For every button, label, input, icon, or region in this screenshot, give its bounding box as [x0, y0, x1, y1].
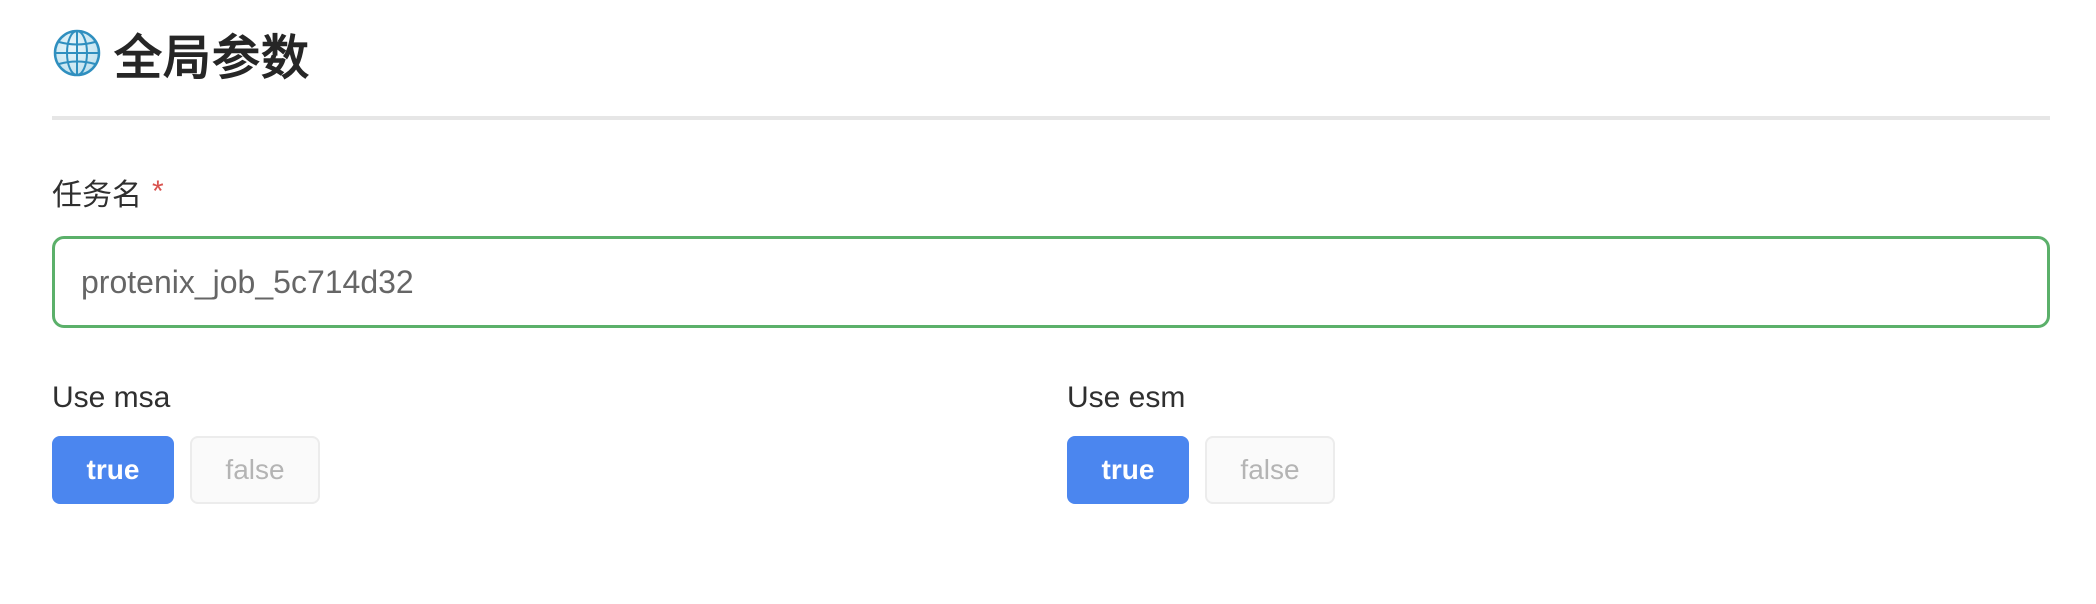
- global-params-panel: 全局参数 任务名 * Use msa true false Use esm tr…: [52, 0, 2050, 508]
- use-msa-true-button[interactable]: true: [52, 436, 174, 504]
- use-esm-toggle: true false: [1067, 436, 1335, 504]
- use-esm-true-button[interactable]: true: [1067, 436, 1189, 504]
- use-msa-group: Use msa true false: [52, 378, 320, 504]
- use-esm-label: Use esm: [1067, 381, 1186, 414]
- required-marker: *: [152, 175, 164, 208]
- use-msa-toggle: true false: [52, 436, 320, 504]
- section-header: 全局参数: [52, 0, 2050, 120]
- section-title: 全局参数: [114, 32, 311, 85]
- use-esm-group: Use esm true false: [1067, 378, 1335, 504]
- task-name-label-row: 任务名 *: [52, 170, 2050, 214]
- task-name-input[interactable]: [52, 236, 2050, 328]
- globe-icon: [52, 28, 102, 78]
- use-msa-label: Use msa: [52, 381, 171, 414]
- use-esm-false-button[interactable]: false: [1205, 436, 1335, 504]
- use-msa-false-button[interactable]: false: [190, 436, 320, 504]
- toggle-row: Use msa true false Use esm true false: [52, 378, 2050, 508]
- task-name-label: 任务名: [52, 179, 142, 212]
